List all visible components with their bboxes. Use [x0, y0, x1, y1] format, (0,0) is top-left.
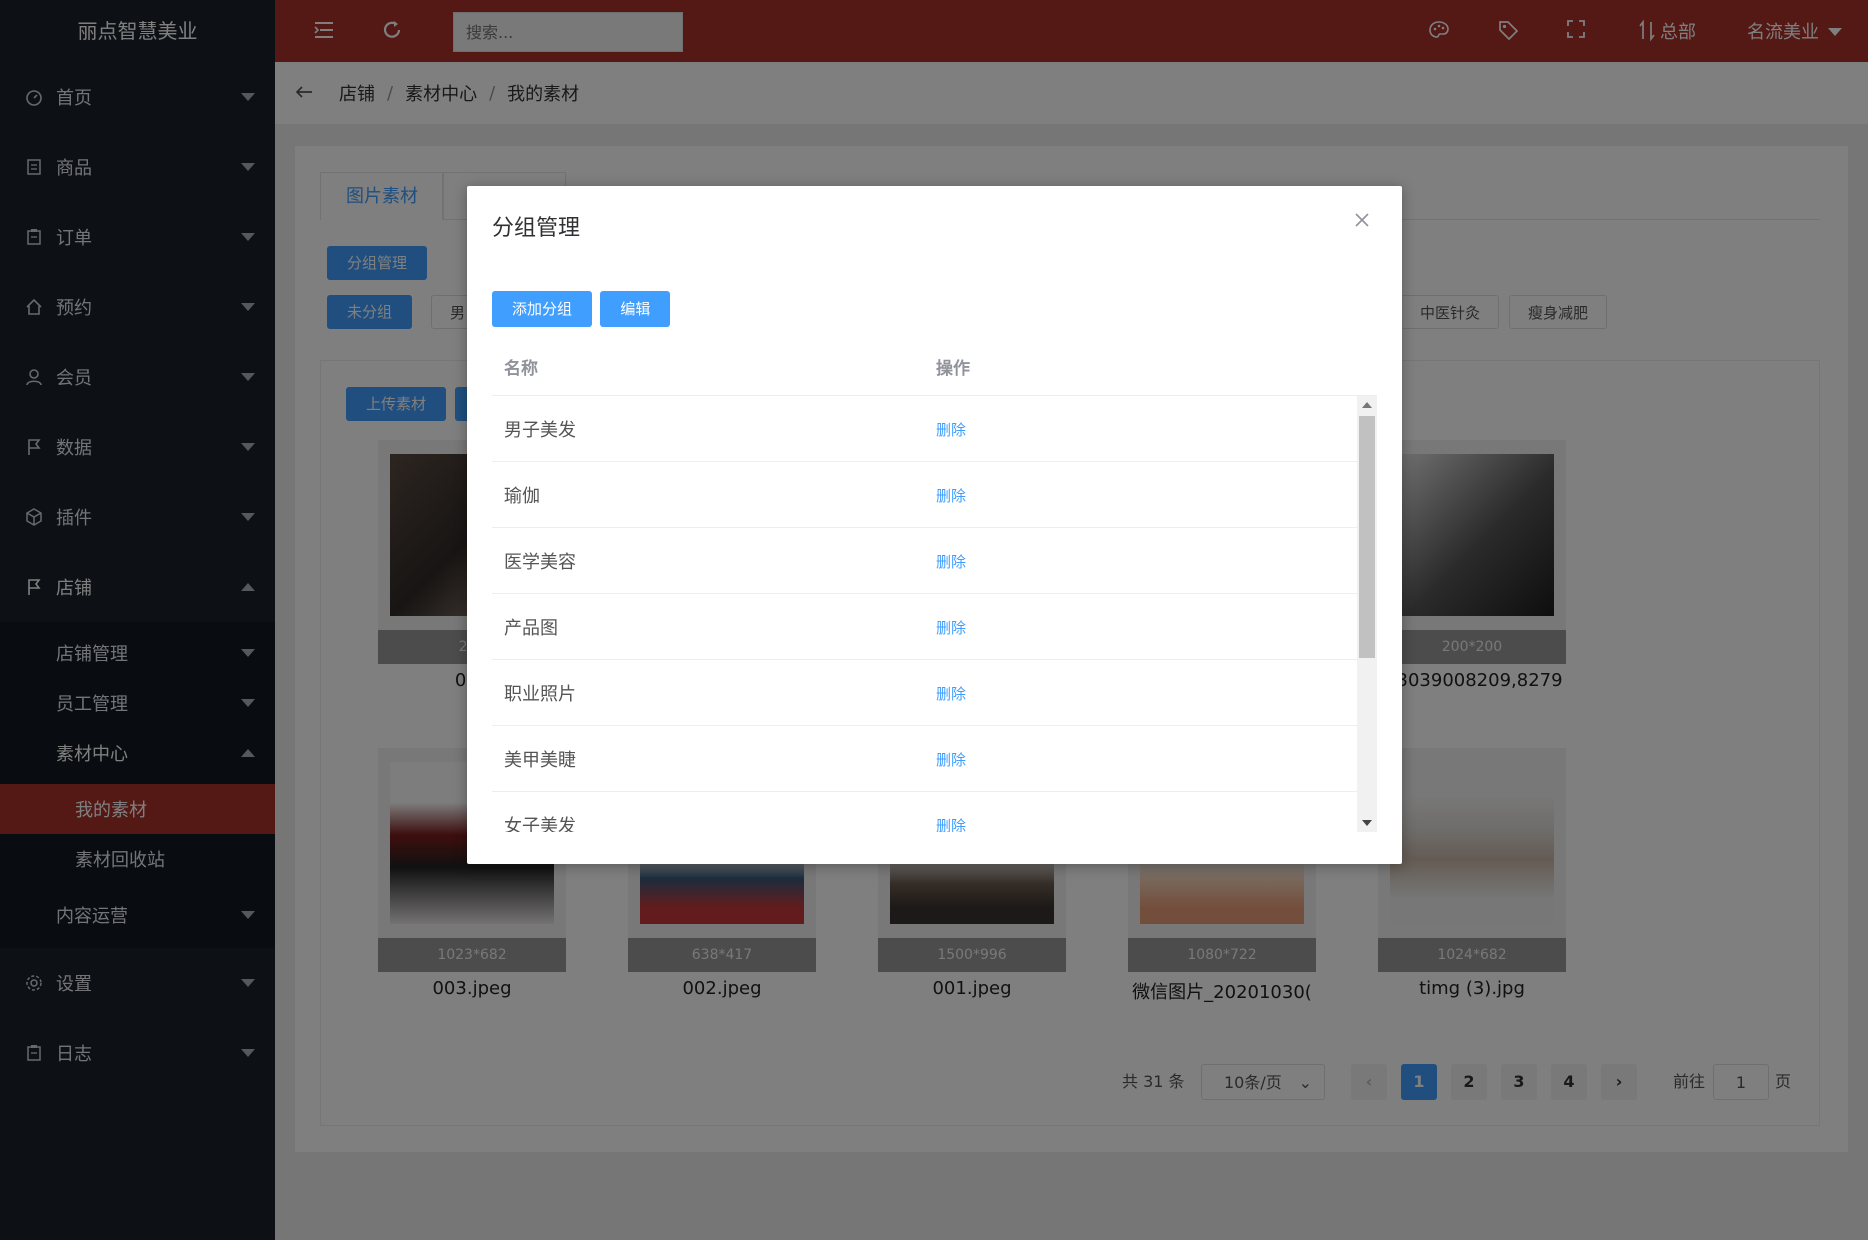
delete-link[interactable]: 删除 — [936, 419, 966, 440]
edit-button[interactable]: 编辑 — [600, 291, 671, 327]
column-header-name: 名称 — [504, 359, 538, 379]
group-name: 医学美容 — [504, 552, 576, 573]
table-row: 瑜伽 删除 — [492, 462, 1357, 528]
delete-link[interactable]: 删除 — [936, 815, 966, 832]
scroll-down-icon[interactable] — [1362, 820, 1372, 826]
scrollbar-thumb[interactable] — [1359, 416, 1375, 658]
group-manage-dialog: 分组管理 添加分组 编辑 名称 操作 男子美发 删除 瑜伽 删除 医学美容 删除… — [467, 186, 1402, 864]
group-name: 女子美发 — [504, 816, 576, 832]
group-table-body: 男子美发 删除 瑜伽 删除 医学美容 删除 产品图 删除 职业照片 删除 美甲美… — [492, 396, 1377, 832]
delete-link[interactable]: 删除 — [936, 485, 966, 506]
table-row: 女子美发 删除 — [492, 792, 1357, 832]
table-scrollbar[interactable] — [1357, 396, 1377, 832]
delete-link[interactable]: 删除 — [936, 749, 966, 770]
dialog-title: 分组管理 — [492, 216, 581, 241]
delete-link[interactable]: 删除 — [936, 551, 966, 572]
group-name: 职业照片 — [504, 684, 576, 705]
group-name: 产品图 — [504, 618, 558, 639]
table-row: 美甲美睫 删除 — [492, 726, 1357, 792]
dialog-actions: 添加分组 编辑 — [492, 291, 673, 327]
table-row: 产品图 删除 — [492, 594, 1357, 660]
table-row: 职业照片 删除 — [492, 660, 1357, 726]
column-header-action: 操作 — [936, 359, 970, 379]
group-name: 美甲美睫 — [504, 750, 576, 771]
close-icon[interactable] — [1354, 212, 1372, 230]
table-row: 男子美发 删除 — [492, 396, 1357, 462]
table-header: 名称 操作 — [492, 338, 1377, 396]
delete-link[interactable]: 删除 — [936, 617, 966, 638]
table-row: 医学美容 删除 — [492, 528, 1357, 594]
add-group-button[interactable]: 添加分组 — [492, 291, 593, 327]
scroll-up-icon[interactable] — [1362, 402, 1372, 408]
group-name: 男子美发 — [504, 420, 576, 441]
group-name: 瑜伽 — [504, 486, 540, 507]
delete-link[interactable]: 删除 — [936, 683, 966, 704]
